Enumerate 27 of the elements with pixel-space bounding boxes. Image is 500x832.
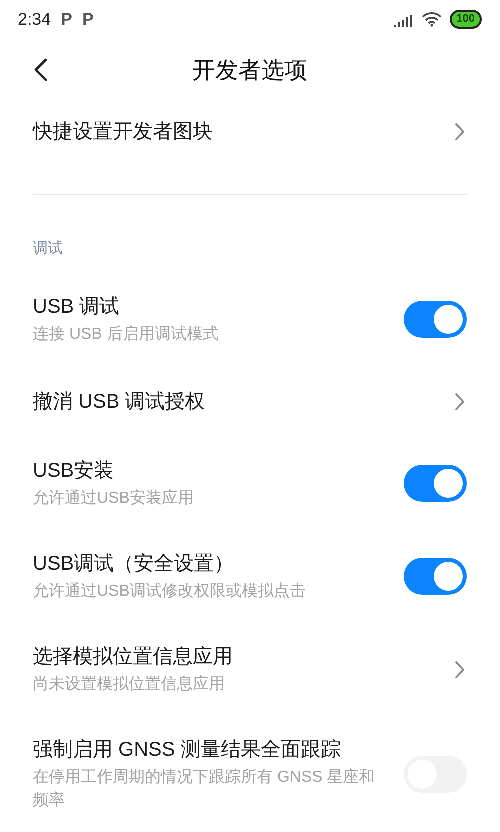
chevron-right-icon[interactable] (455, 123, 465, 142)
signal-icon (394, 12, 414, 26)
notification-icon: P (61, 6, 72, 32)
item-title: 强制启用 GNSS 测量结果全面跟踪 (33, 738, 342, 763)
page-title: 开发者选项 (192, 56, 308, 85)
wifi-icon (422, 12, 442, 27)
item-subtitle: 尚未设置模拟位置信息应用 (33, 674, 226, 695)
item-title: 选择模拟位置信息应用 (33, 645, 233, 670)
item-subtitle: 允许通过USB调试修改权限或模拟点击 (33, 582, 306, 602)
battery-indicator: 100 (450, 10, 482, 29)
item-subtitle: 在停用工作周期的情况下跟踪所有 GNSS 星座和频率 (33, 768, 376, 811)
item-title: USB安装 (33, 459, 116, 484)
item-title: 撤消 USB 调试授权 (33, 390, 206, 415)
chevron-right-icon[interactable] (455, 660, 465, 678)
back-icon[interactable] (34, 58, 48, 82)
notification-icon: P (82, 6, 94, 32)
toggle-switch[interactable] (404, 558, 467, 595)
item-title: USB调试（安全设置） (33, 552, 236, 577)
toggle-switch[interactable] (404, 465, 467, 502)
item-title: 快捷设置开发者图块 (33, 120, 213, 146)
section-label: 调试 (33, 240, 63, 258)
chevron-right-icon[interactable] (455, 392, 465, 411)
toggle-switch[interactable] (404, 301, 467, 338)
status-time: 2:34 (18, 8, 52, 31)
item-subtitle: 允许通过USB安装应用 (33, 488, 194, 509)
item-title: USB 调试 (33, 295, 121, 320)
item-subtitle: 连接 USB 后启用调试模式 (33, 324, 219, 346)
